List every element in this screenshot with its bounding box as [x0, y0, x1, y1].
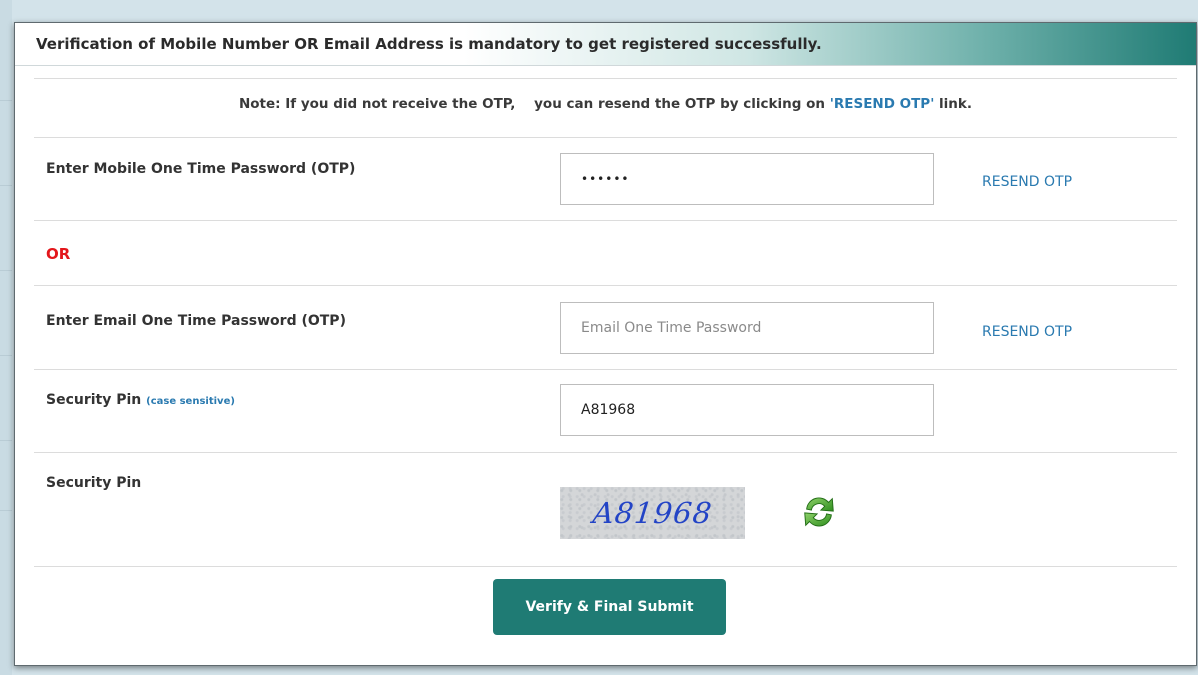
mobile-otp-label: Enter Mobile One Time Password (OTP) — [46, 161, 356, 177]
note-row: Note: If you did not receive the OTP, yo… — [34, 78, 1177, 138]
email-otp-label: Enter Email One Time Password (OTP) — [46, 313, 346, 329]
refresh-icon[interactable] — [800, 493, 838, 531]
note-resend-link: 'RESEND OTP' — [829, 96, 935, 112]
verify-final-submit-button[interactable]: Verify & Final Submit — [493, 579, 726, 635]
mobile-otp-input[interactable] — [560, 153, 934, 205]
mobile-resend-otp-link[interactable]: RESEND OTP — [982, 174, 1072, 190]
security-pin-label: Security Pin (case sensitive) — [46, 392, 235, 408]
modal-header: Verification of Mobile Number OR Email A… — [15, 23, 1196, 66]
security-pin-captcha-label: Security Pin — [46, 475, 142, 491]
modal-title: Verification of Mobile Number OR Email A… — [36, 35, 822, 53]
case-sensitive-hint: (case sensitive) — [146, 396, 235, 407]
background-panel — [0, 0, 12, 675]
security-pin-input[interactable] — [560, 384, 934, 436]
security-pin-input-row: Security Pin (case sensitive) — [34, 370, 1177, 453]
email-otp-row: Enter Email One Time Password (OTP) RESE… — [34, 286, 1177, 370]
email-otp-input[interactable] — [560, 302, 934, 354]
email-resend-otp-link[interactable]: RESEND OTP — [982, 324, 1072, 340]
or-row: OR — [34, 221, 1177, 286]
captcha-text: A81968 — [591, 496, 714, 530]
resend-note: Note: If you did not receive the OTP, yo… — [238, 96, 973, 112]
mobile-otp-row: Enter Mobile One Time Password (OTP) RES… — [34, 138, 1177, 221]
or-separator: OR — [46, 245, 71, 263]
captcha-image: A81968 — [560, 487, 745, 539]
verification-modal: Verification of Mobile Number OR Email A… — [14, 22, 1197, 666]
